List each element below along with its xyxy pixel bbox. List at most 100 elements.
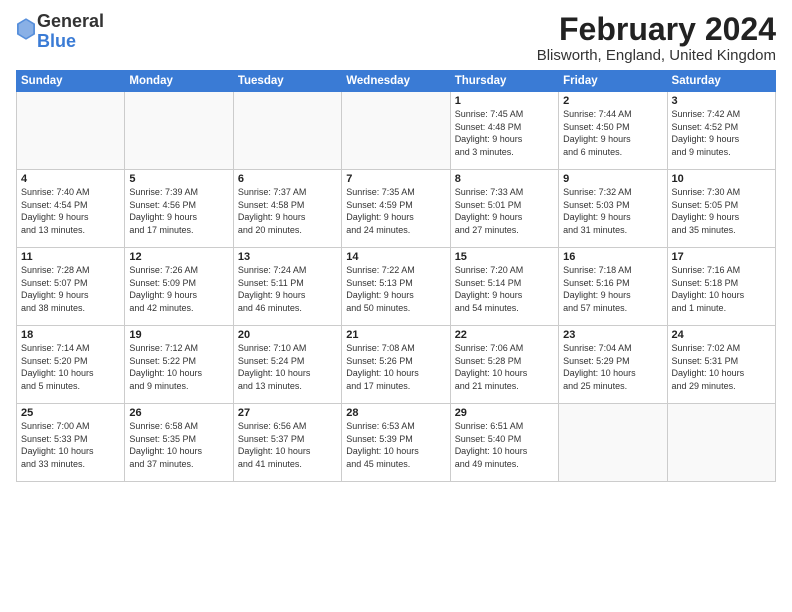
table-row: 16Sunrise: 7:18 AM Sunset: 5:16 PM Dayli…: [559, 248, 667, 326]
day-info: Sunrise: 7:26 AM Sunset: 5:09 PM Dayligh…: [129, 264, 228, 314]
col-tuesday: Tuesday: [233, 71, 341, 92]
month-year: February 2024: [537, 12, 776, 47]
header: General Blue February 2024 Blisworth, En…: [16, 12, 776, 64]
page: General Blue February 2024 Blisworth, En…: [0, 0, 792, 612]
day-info: Sunrise: 7:28 AM Sunset: 5:07 PM Dayligh…: [21, 264, 120, 314]
title-block: February 2024 Blisworth, England, United…: [537, 12, 776, 64]
day-number: 3: [672, 95, 771, 107]
day-number: 25: [21, 407, 120, 419]
day-info: Sunrise: 7:16 AM Sunset: 5:18 PM Dayligh…: [672, 264, 771, 314]
col-thursday: Thursday: [450, 71, 558, 92]
table-row: 5Sunrise: 7:39 AM Sunset: 4:56 PM Daylig…: [125, 170, 233, 248]
day-info: Sunrise: 6:53 AM Sunset: 5:39 PM Dayligh…: [346, 420, 445, 470]
table-row: 12Sunrise: 7:26 AM Sunset: 5:09 PM Dayli…: [125, 248, 233, 326]
col-monday: Monday: [125, 71, 233, 92]
logo: General Blue: [16, 12, 104, 52]
day-info: Sunrise: 7:37 AM Sunset: 4:58 PM Dayligh…: [238, 186, 337, 236]
day-number: 17: [672, 251, 771, 263]
day-info: Sunrise: 7:18 AM Sunset: 5:16 PM Dayligh…: [563, 264, 662, 314]
logo-blue: Blue: [37, 31, 76, 51]
day-info: Sunrise: 7:40 AM Sunset: 4:54 PM Dayligh…: [21, 186, 120, 236]
day-number: 24: [672, 329, 771, 341]
table-row: 9Sunrise: 7:32 AM Sunset: 5:03 PM Daylig…: [559, 170, 667, 248]
table-row: [17, 92, 125, 170]
table-row: [342, 92, 450, 170]
week-row-3: 18Sunrise: 7:14 AM Sunset: 5:20 PM Dayli…: [17, 326, 776, 404]
day-info: Sunrise: 6:51 AM Sunset: 5:40 PM Dayligh…: [455, 420, 554, 470]
table-row: 1Sunrise: 7:45 AM Sunset: 4:48 PM Daylig…: [450, 92, 558, 170]
table-row: 25Sunrise: 7:00 AM Sunset: 5:33 PM Dayli…: [17, 404, 125, 482]
day-info: Sunrise: 6:58 AM Sunset: 5:35 PM Dayligh…: [129, 420, 228, 470]
day-number: 19: [129, 329, 228, 341]
day-info: Sunrise: 7:33 AM Sunset: 5:01 PM Dayligh…: [455, 186, 554, 236]
logo-icon: [17, 18, 35, 40]
day-info: Sunrise: 7:35 AM Sunset: 4:59 PM Dayligh…: [346, 186, 445, 236]
table-row: [667, 404, 775, 482]
day-info: Sunrise: 7:44 AM Sunset: 4:50 PM Dayligh…: [563, 108, 662, 158]
day-info: Sunrise: 6:56 AM Sunset: 5:37 PM Dayligh…: [238, 420, 337, 470]
table-row: 19Sunrise: 7:12 AM Sunset: 5:22 PM Dayli…: [125, 326, 233, 404]
day-number: 10: [672, 173, 771, 185]
day-info: Sunrise: 7:04 AM Sunset: 5:29 PM Dayligh…: [563, 342, 662, 392]
table-row: 24Sunrise: 7:02 AM Sunset: 5:31 PM Dayli…: [667, 326, 775, 404]
day-number: 12: [129, 251, 228, 263]
day-number: 2: [563, 95, 662, 107]
day-number: 23: [563, 329, 662, 341]
logo-general: General: [37, 11, 104, 31]
day-number: 27: [238, 407, 337, 419]
table-row: 4Sunrise: 7:40 AM Sunset: 4:54 PM Daylig…: [17, 170, 125, 248]
table-row: 17Sunrise: 7:16 AM Sunset: 5:18 PM Dayli…: [667, 248, 775, 326]
table-row: [125, 92, 233, 170]
day-number: 29: [455, 407, 554, 419]
table-row: 7Sunrise: 7:35 AM Sunset: 4:59 PM Daylig…: [342, 170, 450, 248]
table-row: 2Sunrise: 7:44 AM Sunset: 4:50 PM Daylig…: [559, 92, 667, 170]
day-number: 15: [455, 251, 554, 263]
day-info: Sunrise: 7:10 AM Sunset: 5:24 PM Dayligh…: [238, 342, 337, 392]
location: Blisworth, England, United Kingdom: [537, 47, 776, 64]
day-number: 26: [129, 407, 228, 419]
col-friday: Friday: [559, 71, 667, 92]
table-row: 10Sunrise: 7:30 AM Sunset: 5:05 PM Dayli…: [667, 170, 775, 248]
day-info: Sunrise: 7:42 AM Sunset: 4:52 PM Dayligh…: [672, 108, 771, 158]
day-info: Sunrise: 7:06 AM Sunset: 5:28 PM Dayligh…: [455, 342, 554, 392]
week-row-2: 11Sunrise: 7:28 AM Sunset: 5:07 PM Dayli…: [17, 248, 776, 326]
day-info: Sunrise: 7:00 AM Sunset: 5:33 PM Dayligh…: [21, 420, 120, 470]
day-number: 13: [238, 251, 337, 263]
col-saturday: Saturday: [667, 71, 775, 92]
day-number: 5: [129, 173, 228, 185]
day-number: 4: [21, 173, 120, 185]
day-number: 6: [238, 173, 337, 185]
day-info: Sunrise: 7:14 AM Sunset: 5:20 PM Dayligh…: [21, 342, 120, 392]
day-info: Sunrise: 7:20 AM Sunset: 5:14 PM Dayligh…: [455, 264, 554, 314]
day-info: Sunrise: 7:45 AM Sunset: 4:48 PM Dayligh…: [455, 108, 554, 158]
day-number: 16: [563, 251, 662, 263]
table-row: 26Sunrise: 6:58 AM Sunset: 5:35 PM Dayli…: [125, 404, 233, 482]
calendar: Sunday Monday Tuesday Wednesday Thursday…: [16, 70, 776, 482]
day-number: 1: [455, 95, 554, 107]
table-row: 6Sunrise: 7:37 AM Sunset: 4:58 PM Daylig…: [233, 170, 341, 248]
day-info: Sunrise: 7:32 AM Sunset: 5:03 PM Dayligh…: [563, 186, 662, 236]
day-info: Sunrise: 7:08 AM Sunset: 5:26 PM Dayligh…: [346, 342, 445, 392]
day-number: 8: [455, 173, 554, 185]
calendar-header-row: Sunday Monday Tuesday Wednesday Thursday…: [17, 71, 776, 92]
table-row: [233, 92, 341, 170]
table-row: [559, 404, 667, 482]
week-row-4: 25Sunrise: 7:00 AM Sunset: 5:33 PM Dayli…: [17, 404, 776, 482]
table-row: 18Sunrise: 7:14 AM Sunset: 5:20 PM Dayli…: [17, 326, 125, 404]
table-row: 27Sunrise: 6:56 AM Sunset: 5:37 PM Dayli…: [233, 404, 341, 482]
day-number: 11: [21, 251, 120, 263]
day-number: 21: [346, 329, 445, 341]
day-number: 22: [455, 329, 554, 341]
table-row: 22Sunrise: 7:06 AM Sunset: 5:28 PM Dayli…: [450, 326, 558, 404]
week-row-1: 4Sunrise: 7:40 AM Sunset: 4:54 PM Daylig…: [17, 170, 776, 248]
table-row: 20Sunrise: 7:10 AM Sunset: 5:24 PM Dayli…: [233, 326, 341, 404]
table-row: 8Sunrise: 7:33 AM Sunset: 5:01 PM Daylig…: [450, 170, 558, 248]
day-number: 9: [563, 173, 662, 185]
table-row: 11Sunrise: 7:28 AM Sunset: 5:07 PM Dayli…: [17, 248, 125, 326]
table-row: 13Sunrise: 7:24 AM Sunset: 5:11 PM Dayli…: [233, 248, 341, 326]
day-info: Sunrise: 7:12 AM Sunset: 5:22 PM Dayligh…: [129, 342, 228, 392]
day-info: Sunrise: 7:22 AM Sunset: 5:13 PM Dayligh…: [346, 264, 445, 314]
col-sunday: Sunday: [17, 71, 125, 92]
table-row: 21Sunrise: 7:08 AM Sunset: 5:26 PM Dayli…: [342, 326, 450, 404]
day-number: 18: [21, 329, 120, 341]
